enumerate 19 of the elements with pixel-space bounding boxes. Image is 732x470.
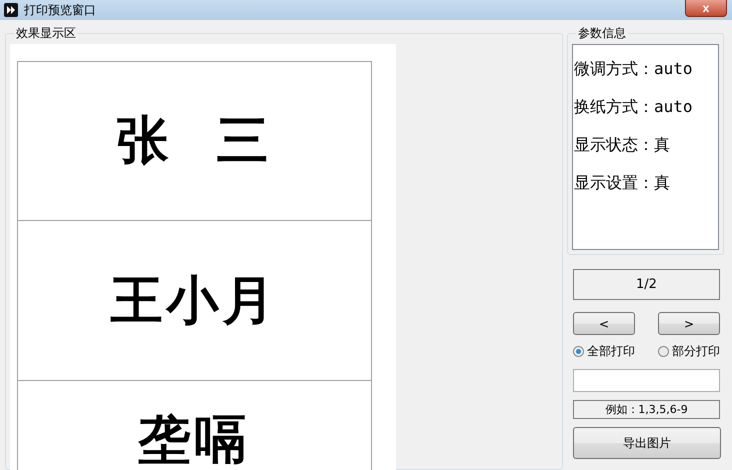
page-range-field[interactable]: [573, 369, 720, 392]
export-image-button[interactable]: 导出图片: [573, 427, 721, 459]
card-name: 张 三: [116, 112, 273, 170]
param-line: 微调方式：auto: [574, 58, 694, 80]
next-page-button[interactable]: >: [658, 312, 720, 335]
prev-page-button[interactable]: <: [573, 312, 635, 335]
param-line: 显示设置：真: [574, 172, 671, 194]
print-mode-radio[interactable]: 部分打印: [658, 343, 720, 360]
print-mode-radio[interactable]: 全部打印: [573, 343, 635, 360]
param-line: 换纸方式：auto: [574, 96, 694, 118]
example-hint: 例如：1,3,5,6-9: [573, 400, 720, 419]
group-legend: 参数信息: [576, 25, 628, 42]
page-counter: 1/2: [573, 269, 720, 300]
group-legend: 效果显示区: [14, 25, 78, 42]
card-name: 王小月: [110, 272, 278, 330]
window-title: 打印预览窗口: [24, 2, 96, 18]
app-logo-icon: [4, 3, 18, 17]
card-name: 垄嗝: [138, 411, 250, 468]
param-line: 显示状态：真: [574, 134, 671, 156]
